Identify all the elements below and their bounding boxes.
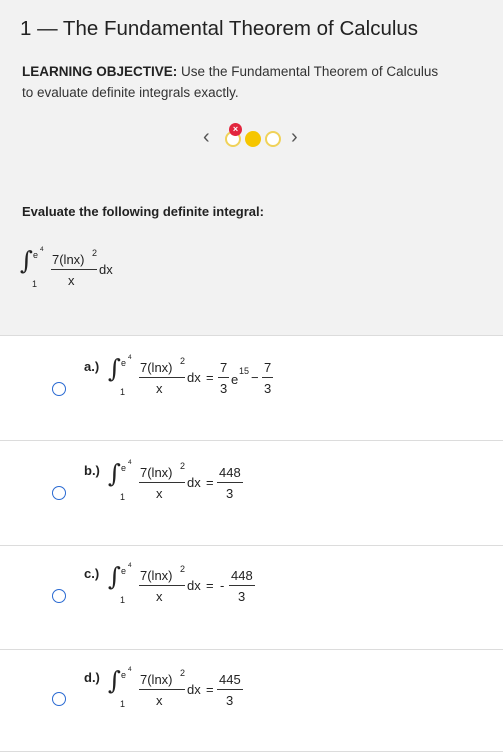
integral-sign: ∫ [108, 459, 122, 488]
numerator-exponent: 2 [180, 356, 186, 366]
answer-frac2-bar [262, 377, 273, 378]
equals-sign: = [206, 682, 214, 697]
upper-limit: e [121, 670, 127, 680]
fraction-bar [139, 585, 185, 586]
answer-option-d[interactable]: d.) ∫ e 4 1 7(lnx) 2 x dx = 445 3 [0, 650, 503, 752]
answer-fraction-bar [229, 585, 255, 586]
option-c-label: c.) [84, 566, 100, 581]
differential: dx [99, 262, 113, 277]
option-b-radio[interactable] [52, 486, 66, 500]
lower-limit: 1 [32, 279, 38, 289]
answer-fraction-bar [217, 689, 243, 690]
objective-label: LEARNING OBJECTIVE: [22, 64, 178, 79]
integral-sign: ∫ [20, 246, 34, 275]
integrand-denominator: x [156, 381, 163, 396]
incorrect-badge-icon: × [229, 123, 242, 136]
option-d-label: d.) [84, 670, 100, 685]
answer-denominator: 3 [226, 486, 234, 501]
numerator-exponent: 2 [92, 248, 98, 258]
integrand-denominator: x [156, 589, 163, 604]
answer-numerator: 448 [231, 568, 253, 583]
integral-sign: ∫ [108, 666, 122, 695]
fraction-bar [51, 269, 97, 270]
upper-limit-exponent: 4 [40, 246, 44, 253]
upper-limit: e [33, 250, 39, 260]
answer-exp-base: e [231, 372, 239, 387]
fraction-bar [139, 377, 185, 378]
option-a-expression: ∫ e 4 1 7(lnx) 2 x dx = 7 3 e 15 − 7 3 [108, 350, 278, 400]
numerator-exponent: 2 [180, 461, 186, 471]
integrand-denominator: x [68, 273, 75, 288]
upper-limit-exponent: 4 [128, 562, 132, 569]
lower-limit: 1 [120, 595, 126, 605]
upper-limit: e [121, 463, 127, 473]
equals-sign: = [206, 475, 214, 490]
integral-expression: ∫ e 4 1 7(lnx) 2 x dx [20, 242, 130, 292]
option-d-expression: ∫ e 4 1 7(lnx) 2 x dx = 445 3 [108, 662, 248, 712]
fraction-bar [139, 689, 185, 690]
minus-sign: − [251, 370, 259, 385]
integrand-numerator: 7(lnx) [140, 465, 173, 480]
answer-denominator: 3 [226, 693, 234, 708]
question-prompt: Evaluate the following definite integral… [22, 204, 264, 219]
option-a-label: a.) [84, 359, 100, 374]
option-b-label: b.) [84, 463, 100, 478]
differential: dx [187, 578, 201, 593]
integrand-numerator: 7(lnx) [140, 360, 173, 375]
progress-dot-current[interactable] [245, 131, 261, 147]
equals-sign: = [206, 578, 214, 593]
negative-sign: - [220, 578, 225, 593]
integral-sign: ∫ [108, 354, 122, 383]
answer-numerator: 445 [219, 672, 241, 687]
answer-option-a[interactable]: a.) ∫ e 4 1 7(lnx) 2 x dx = 7 3 e 15 − 7… [0, 336, 503, 440]
integral-sign: ∫ [108, 562, 122, 591]
answer-option-b[interactable]: b.) ∫ e 4 1 7(lnx) 2 x dx = 448 3 [0, 441, 503, 545]
learning-objective: LEARNING OBJECTIVE: Use the Fundamental … [22, 61, 492, 103]
upper-limit-exponent: 4 [128, 666, 132, 673]
previous-question-icon[interactable]: ‹ [203, 126, 210, 149]
upper-limit-exponent: 4 [128, 459, 132, 466]
upper-limit: e [121, 358, 127, 368]
integrand-denominator: x [156, 486, 163, 501]
lower-limit: 1 [120, 699, 126, 709]
integrand-denominator: x [156, 693, 163, 708]
upper-limit-exponent: 4 [128, 354, 132, 361]
lower-limit: 1 [120, 387, 126, 397]
lower-limit: 1 [120, 492, 126, 502]
option-b-expression: ∫ e 4 1 7(lnx) 2 x dx = 448 3 [108, 455, 248, 505]
answer-frac1-numerator: 7 [220, 360, 228, 375]
differential: dx [187, 475, 201, 490]
next-question-icon[interactable]: › [291, 126, 298, 149]
objective-text-line-1: Use the Fundamental Theorem of Calculus [181, 64, 439, 79]
integrand-numerator: 7(lnx) [52, 252, 85, 267]
numerator-exponent: 2 [180, 564, 186, 574]
answer-exp-exponent: 15 [239, 366, 250, 376]
fraction-bar [139, 482, 185, 483]
option-a-radio[interactable] [52, 382, 66, 396]
differential: dx [187, 370, 201, 385]
answer-frac2-numerator: 7 [264, 360, 272, 375]
question-panel: 1 — The Fundamental Theorem of Calculus … [0, 0, 503, 335]
answer-option-c[interactable]: c.) ∫ e 4 1 7(lnx) 2 x dx = - 448 3 [0, 546, 503, 650]
answer-fraction-bar [217, 482, 243, 483]
answer-frac1-bar [218, 377, 229, 378]
question-pager: ‹ × › [203, 123, 303, 153]
answer-numerator: 448 [219, 465, 241, 480]
option-c-radio[interactable] [52, 589, 66, 603]
option-d-radio[interactable] [52, 692, 66, 706]
progress-dot-3[interactable] [265, 131, 281, 147]
answer-denominator: 3 [238, 589, 246, 604]
equals-sign: = [206, 370, 214, 385]
answer-frac1-denominator: 3 [220, 381, 228, 396]
integrand-numerator: 7(lnx) [140, 568, 173, 583]
integrand-numerator: 7(lnx) [140, 672, 173, 687]
answer-frac2-denominator: 3 [264, 381, 272, 396]
numerator-exponent: 2 [180, 668, 186, 678]
upper-limit: e [121, 566, 127, 576]
objective-text-line-2: to evaluate definite integrals exactly. [22, 85, 239, 100]
option-c-expression: ∫ e 4 1 7(lnx) 2 x dx = - 448 3 [108, 558, 258, 608]
page-title: 1 — The Fundamental Theorem of Calculus [20, 17, 419, 40]
differential: dx [187, 682, 201, 697]
